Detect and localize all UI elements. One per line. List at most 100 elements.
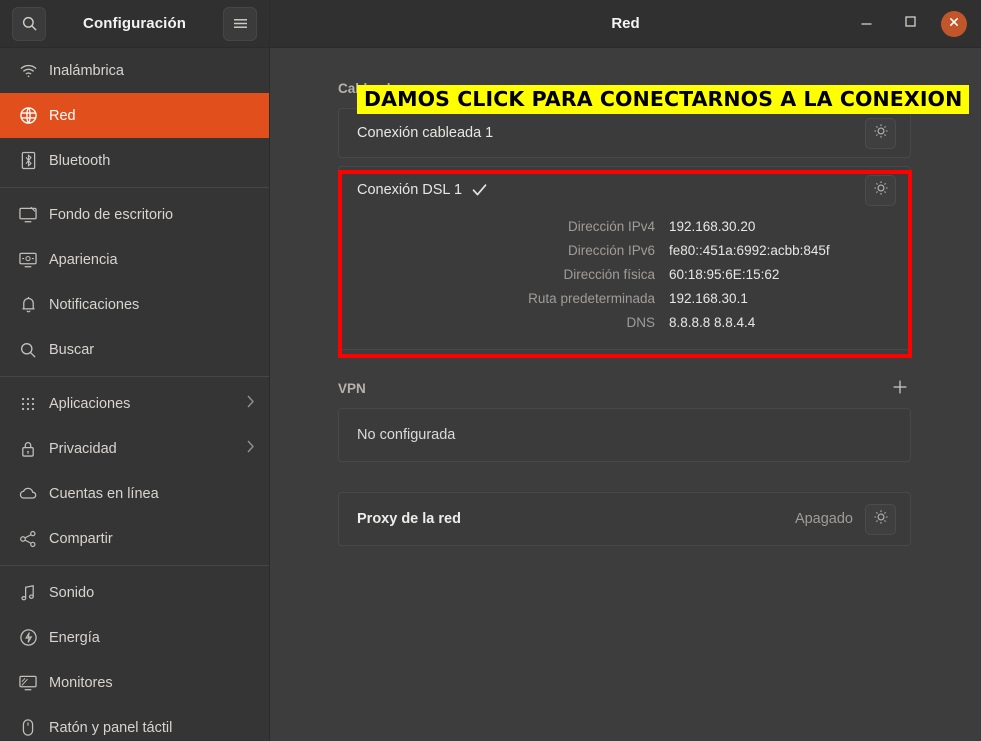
vpn-section-header: VPN: [338, 378, 911, 398]
vpn-status-row[interactable]: No configurada: [339, 409, 910, 461]
dsl-connection-details: Dirección IPv4 192.168.30.20 Dirección I…: [339, 213, 910, 349]
cloud-icon: [16, 486, 40, 501]
detail-row: DNS 8.8.8.8 8.8.4.4: [339, 311, 910, 335]
proxy-label: Proxy de la red: [357, 511, 461, 527]
dsl-connection-row[interactable]: Conexión DSL 1: [339, 167, 910, 213]
settings-window: Configuración: [0, 0, 981, 741]
sidebar-item-cuentas-en-linea[interactable]: Cuentas en línea: [0, 471, 269, 516]
sidebar-item-notificaciones[interactable]: Notificaciones: [0, 282, 269, 327]
add-vpn-button[interactable]: [889, 377, 911, 399]
detail-key: Ruta predeterminada: [339, 287, 669, 311]
search-icon: [21, 15, 38, 32]
sidebar-item-label: Privacidad: [49, 441, 240, 457]
share-icon: [16, 530, 40, 548]
sidebar-item-label: Cuentas en línea: [49, 486, 255, 502]
sidebar-item-buscar[interactable]: Buscar: [0, 327, 269, 372]
sidebar-item-label: Red: [49, 108, 255, 124]
detail-value: 192.168.30.1: [669, 287, 748, 311]
search-button[interactable]: [12, 7, 46, 41]
vpn-section-title: VPN: [338, 381, 366, 396]
detail-key: DNS: [339, 311, 669, 335]
sidebar: Configuración: [0, 0, 270, 741]
sidebar-item-apariencia[interactable]: Apariencia: [0, 237, 269, 282]
detail-key: Dirección IPv6: [339, 239, 669, 263]
sidebar-item-inalambrica[interactable]: Inalámbrica: [0, 48, 269, 93]
maximize-button[interactable]: [897, 11, 923, 37]
sidebar-divider: [0, 376, 269, 377]
wired-connection-row[interactable]: Conexión cableada 1: [339, 109, 910, 157]
detail-value: 8.8.8.8 8.8.4.4: [669, 311, 755, 335]
sidebar-item-energia[interactable]: Energía: [0, 615, 269, 660]
close-icon: [948, 15, 960, 33]
sidebar-item-compartir[interactable]: Compartir: [0, 516, 269, 561]
sidebar-item-label: Fondo de escritorio: [49, 207, 255, 223]
minimize-icon: [860, 15, 873, 33]
appearance-icon: [16, 251, 40, 269]
network-settings-content: Cableada Conexión cableada 1: [270, 48, 981, 741]
annotation-banner: DAMOS CLICK PARA CONECTARNOS A LA CONEXI…: [357, 85, 969, 114]
bluetooth-icon: [16, 151, 40, 170]
check-icon: [471, 183, 488, 197]
detail-key: Dirección IPv4: [339, 215, 669, 239]
sidebar-item-label: Ratón y panel táctil: [49, 720, 255, 736]
search-icon: [16, 341, 40, 359]
vpn-status-text: No configurada: [357, 427, 455, 443]
sidebar-item-label: Compartir: [49, 531, 255, 547]
detail-row: Dirección IPv4 192.168.30.20: [339, 215, 910, 239]
sidebar-item-raton-y-panel-tactil[interactable]: Ratón y panel táctil: [0, 705, 269, 741]
power-icon: [16, 628, 40, 647]
close-button[interactable]: [941, 11, 967, 37]
window-titlebar: Red: [270, 0, 981, 48]
sidebar-item-sonido[interactable]: Sonido: [0, 570, 269, 615]
desktop-background-icon: [16, 206, 40, 224]
dsl-connection-block: Conexión DSL 1: [338, 166, 911, 350]
sidebar-item-fondo-de-escritorio[interactable]: Fondo de escritorio: [0, 192, 269, 237]
detail-key: Dirección física: [339, 263, 669, 287]
sidebar-divider: [0, 565, 269, 566]
sidebar-divider: [0, 187, 269, 188]
dsl-connection-card: Conexión DSL 1: [338, 166, 911, 350]
sidebar-item-red[interactable]: Red: [0, 93, 269, 138]
sidebar-list: Inalámbrica Red: [0, 48, 269, 741]
chevron-right-icon: [246, 394, 255, 413]
sidebar-title: Configuración: [46, 15, 223, 32]
detail-value: 192.168.30.20: [669, 215, 755, 239]
wired-connection-name: Conexión cableada 1: [357, 125, 493, 141]
sidebar-item-label: Buscar: [49, 342, 255, 358]
wired-settings-button[interactable]: [865, 118, 896, 149]
proxy-settings-button[interactable]: [865, 504, 896, 535]
bell-icon: [16, 295, 40, 314]
detail-value: 60:18:95:6E:15:62: [669, 263, 779, 287]
sidebar-item-label: Sonido: [49, 585, 255, 601]
proxy-state: Apagado: [795, 511, 853, 527]
sidebar-item-label: Aplicaciones: [49, 396, 240, 412]
proxy-row[interactable]: Proxy de la red Apagado: [339, 493, 910, 545]
detail-row: Dirección física 60:18:95:6E:15:62: [339, 263, 910, 287]
music-note-icon: [16, 584, 40, 602]
detail-row: Ruta predeterminada 192.168.30.1: [339, 287, 910, 311]
detail-row: Dirección IPv6 fe80::451a:6992:acbb:845f: [339, 239, 910, 263]
sidebar-header: Configuración: [0, 0, 269, 48]
hamburger-menu-icon: [232, 17, 249, 30]
dsl-settings-button[interactable]: [865, 175, 896, 206]
sidebar-item-privacidad[interactable]: Privacidad: [0, 426, 269, 471]
mouse-icon: [16, 718, 40, 737]
detail-value: fe80::451a:6992:acbb:845f: [669, 239, 830, 263]
sidebar-item-aplicaciones[interactable]: Aplicaciones: [0, 381, 269, 426]
sidebar-item-label: Inalámbrica: [49, 63, 255, 79]
lock-icon: [16, 440, 40, 458]
monitor-icon: [16, 674, 40, 692]
proxy-card: Proxy de la red Apagado: [338, 492, 911, 546]
wired-connection-card: Conexión cableada 1: [338, 108, 911, 158]
menu-button[interactable]: [223, 7, 257, 41]
wifi-icon: [16, 63, 40, 79]
minimize-button[interactable]: [853, 11, 879, 37]
network-globe-icon: [16, 106, 40, 125]
dsl-connection-name: Conexión DSL 1: [357, 182, 462, 198]
gear-icon: [873, 509, 889, 530]
vpn-card: No configurada: [338, 408, 911, 462]
sidebar-item-label: Apariencia: [49, 252, 255, 268]
sidebar-item-bluetooth[interactable]: Bluetooth: [0, 138, 269, 183]
gear-icon: [873, 180, 889, 201]
sidebar-item-monitores[interactable]: Monitores: [0, 660, 269, 705]
